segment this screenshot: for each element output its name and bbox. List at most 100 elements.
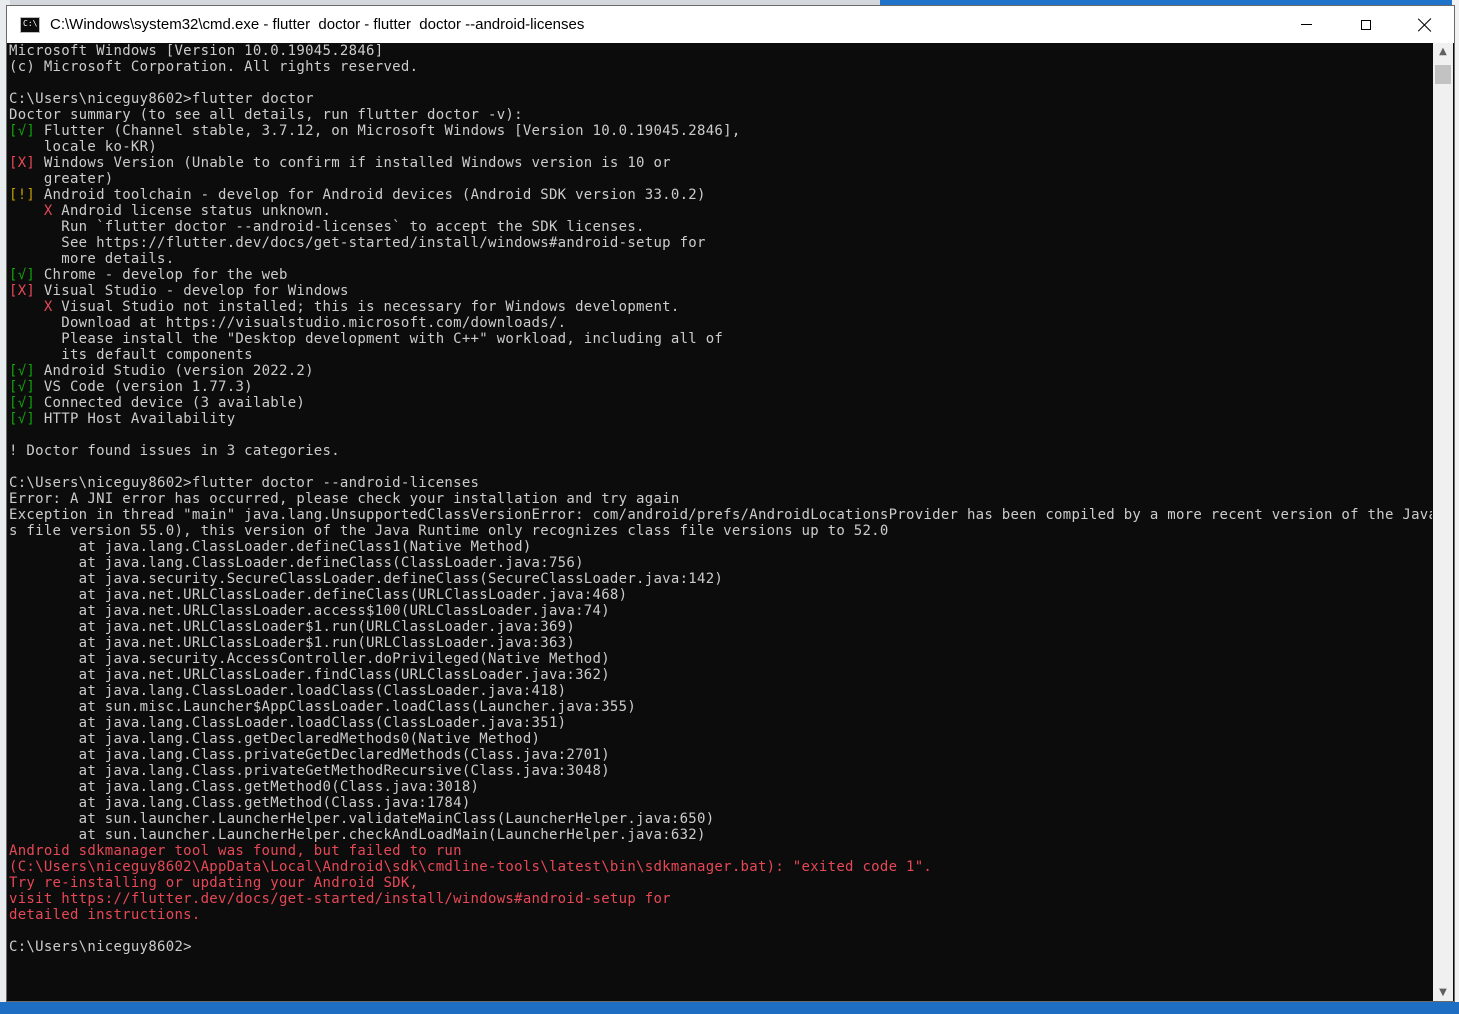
console-line: at java.lang.ClassLoader.defineClass1(Na…	[9, 539, 1432, 555]
console-text: [√]	[9, 379, 36, 395]
console-text: C:\Users\niceguy8602>flutter doctor	[9, 91, 314, 107]
console-text: at sun.misc.Launcher$AppClassLoader.load…	[9, 699, 637, 715]
console-text: at java.lang.Class.privateGetDeclaredMet…	[9, 747, 610, 763]
maximize-button[interactable]	[1336, 6, 1395, 43]
console-line: greater)	[9, 171, 1432, 187]
console-line: at sun.launcher.LauncherHelper.checkAndL…	[9, 827, 1432, 843]
console-text: [√]	[9, 411, 36, 427]
console-text: at java.security.AccessController.doPriv…	[9, 651, 610, 667]
console-line: at sun.launcher.LauncherHelper.validateM…	[9, 811, 1432, 827]
maximize-icon	[1360, 19, 1371, 30]
console-line: [√] VS Code (version 1.77.3)	[9, 379, 1432, 395]
console-text: at java.lang.Class.getDeclaredMethods0(N…	[9, 731, 541, 747]
console-text: [√]	[9, 123, 36, 139]
scroll-up-button[interactable]: ▲	[1433, 43, 1453, 60]
console-text: at sun.launcher.LauncherHelper.checkAndL…	[9, 827, 706, 843]
console-line: at java.lang.ClassLoader.defineClass(Cla…	[9, 555, 1432, 571]
console-line: See https://flutter.dev/docs/get-started…	[9, 235, 1432, 251]
console-text: Doctor summary (to see all details, run …	[9, 107, 523, 123]
console-text: [√]	[9, 363, 36, 379]
console-text: [!]	[9, 187, 36, 203]
vertical-scrollbar[interactable]: ▲ ▼	[1433, 43, 1453, 1001]
console-line: more details.	[9, 251, 1432, 267]
console-line: ! Doctor found issues in 3 categories.	[9, 443, 1432, 459]
console-line: at java.lang.ClassLoader.loadClass(Class…	[9, 683, 1432, 699]
close-button[interactable]	[1395, 6, 1454, 43]
console-line: (c) Microsoft Corporation. All rights re…	[9, 59, 1432, 75]
console-text: more details.	[9, 251, 175, 267]
console-line: Error: A JNI error has occurred, please …	[9, 491, 1432, 507]
console-text: at java.lang.Class.getMethod0(Class.java…	[9, 779, 480, 795]
console-text: Please install the "Desktop development …	[9, 331, 724, 347]
console-text: Error: A JNI error has occurred, please …	[9, 491, 680, 507]
console-line: at java.net.URLClassLoader.access$100(UR…	[9, 603, 1432, 619]
console-line: Try re-installing or updating your Andro…	[9, 875, 1432, 891]
console-text: See https://flutter.dev/docs/get-started…	[9, 235, 706, 251]
console-line: its default components	[9, 347, 1432, 363]
scrollbar-thumb[interactable]	[1435, 65, 1451, 84]
console-line: C:\Users\niceguy8602>flutter doctor	[9, 91, 1432, 107]
console-line: C:\Users\niceguy8602>flutter doctor --an…	[9, 475, 1432, 491]
title-bar[interactable]: C:\ C:\Windows\system32\cmd.exe - flutte…	[7, 6, 1454, 43]
console-line: Please install the "Desktop development …	[9, 331, 1432, 347]
console-line: at java.security.AccessController.doPriv…	[9, 651, 1432, 667]
console-line: Doctor summary (to see all details, run …	[9, 107, 1432, 123]
console-line: [√] Android Studio (version 2022.2)	[9, 363, 1432, 379]
console-text: Android sdkmanager tool was found, but f…	[9, 843, 462, 859]
console-text: Windows Version (Unable to confirm if in…	[35, 155, 671, 171]
console-text: HTTP Host Availability	[35, 411, 236, 427]
console-line: [X] Visual Studio - develop for Windows	[9, 283, 1432, 299]
console-text: VS Code (version 1.77.3)	[35, 379, 253, 395]
console-line: X Android license status unknown.	[9, 203, 1432, 219]
console-text: X	[43, 203, 53, 219]
console-line: Exception in thread "main" java.lang.Uns…	[9, 507, 1432, 523]
console-line: Microsoft Windows [Version 10.0.19045.28…	[9, 43, 1432, 59]
console-line: (C:\Users\niceguy8602\AppData\Local\Andr…	[9, 859, 1432, 875]
console-line: detailed instructions.	[9, 907, 1432, 923]
console-line: X Visual Studio not installed; this is n…	[9, 299, 1432, 315]
console-line: s file version 55.0), this version of th…	[9, 523, 1432, 539]
window-title: C:\Windows\system32\cmd.exe - flutter do…	[50, 16, 585, 33]
console-text: at java.lang.Class.getMethod(Class.java:…	[9, 795, 471, 811]
console-text: greater)	[9, 171, 114, 187]
console-text: Android toolchain - develop for Android …	[35, 187, 706, 203]
console-text: at java.net.URLClassLoader.findClass(URL…	[9, 667, 610, 683]
console-text: X	[43, 299, 53, 315]
console-text: Chrome - develop for the web	[35, 267, 288, 283]
cmd-icon[interactable]: C:\	[20, 16, 40, 33]
console-text: at java.lang.ClassLoader.loadClass(Class…	[9, 715, 567, 731]
console-line: [√] Chrome - develop for the web	[9, 267, 1432, 283]
console-text: C:\Users\niceguy8602>	[9, 939, 192, 955]
console-text: at java.net.URLClassLoader$1.run(URLClas…	[9, 635, 576, 651]
console-text: Microsoft Windows [Version 10.0.19045.28…	[9, 43, 384, 59]
console-line: at java.net.URLClassLoader$1.run(URLClas…	[9, 635, 1432, 651]
console-line: at java.lang.Class.getMethod0(Class.java…	[9, 779, 1432, 795]
desktop-background-bottom	[0, 1002, 1459, 1014]
console-text: its default components	[9, 347, 253, 363]
console-line: visit https://flutter.dev/docs/get-start…	[9, 891, 1432, 907]
console-text: at java.net.URLClassLoader$1.run(URLClas…	[9, 619, 576, 635]
console-line: at java.lang.ClassLoader.loadClass(Class…	[9, 715, 1432, 731]
scroll-down-button[interactable]: ▼	[1433, 984, 1453, 1001]
console-text: visit https://flutter.dev/docs/get-start…	[9, 891, 671, 907]
console-line: Run `flutter doctor --android-licenses` …	[9, 219, 1432, 235]
console-line: [√] Flutter (Channel stable, 3.7.12, on …	[9, 123, 1432, 139]
console-text: [√]	[9, 267, 36, 283]
console-line: Android sdkmanager tool was found, but f…	[9, 843, 1432, 859]
console-text: at java.lang.Class.privateGetMethodRecur…	[9, 763, 610, 779]
console-text: Android Studio (version 2022.2)	[35, 363, 314, 379]
console-text: detailed instructions.	[9, 907, 201, 923]
close-icon	[1418, 18, 1432, 32]
minimize-button[interactable]	[1277, 6, 1336, 43]
console-line: at java.security.SecureClassLoader.defin…	[9, 571, 1432, 587]
console-line: at java.lang.Class.privateGetMethodRecur…	[9, 763, 1432, 779]
console-text: C:\Users\niceguy8602>flutter doctor --an…	[9, 475, 480, 491]
console-output[interactable]: Microsoft Windows [Version 10.0.19045.28…	[9, 43, 1432, 1001]
console-text: ! Doctor found issues in 3 categories.	[9, 443, 340, 459]
console-text: Exception in thread "main" java.lang.Uns…	[9, 507, 1432, 523]
